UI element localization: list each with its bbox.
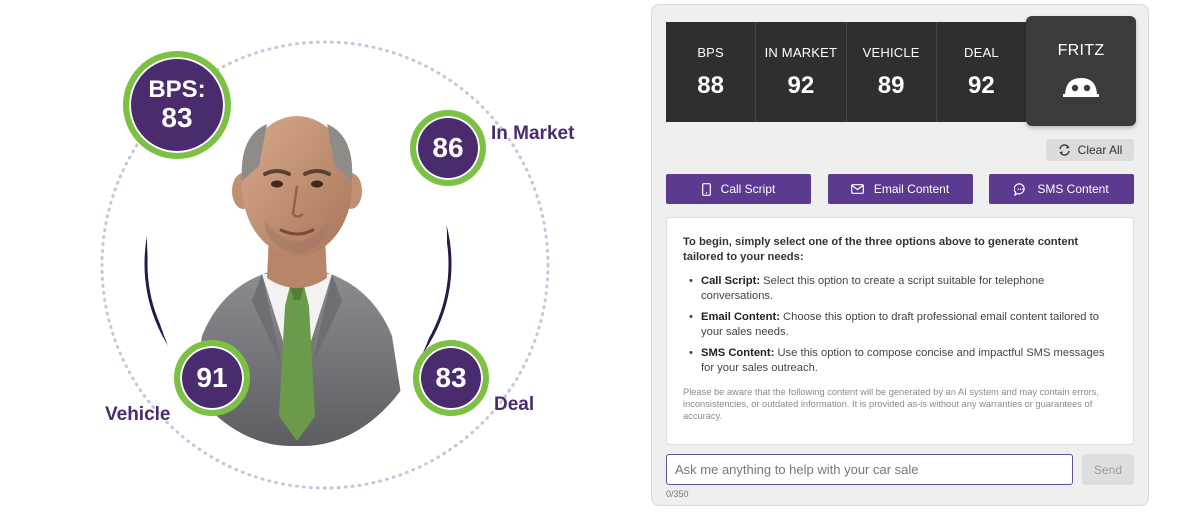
in-market-label: In Market <box>491 123 575 144</box>
email-content-button[interactable]: Email Content <box>827 174 973 204</box>
score-name: VEHICLE <box>862 44 920 60</box>
bps-value: 83 <box>161 102 193 133</box>
score-name: IN MARKET <box>764 44 838 60</box>
score-bps: BPS 88 <box>666 22 757 122</box>
content-type-actions: Call Script Email Content SMS Content <box>666 174 1134 204</box>
option-list: Call Script: Select this option to creat… <box>689 274 1117 376</box>
score-name: DEAL <box>963 44 999 60</box>
refresh-icon <box>1058 144 1070 156</box>
deal-label: Deal <box>494 394 535 415</box>
score-deal: DEAL 92 <box>937 22 1026 122</box>
score-name: BPS <box>697 44 724 60</box>
vehicle-score-bubble: 91 <box>174 340 250 416</box>
send-label: Send <box>1093 462 1123 477</box>
score-value: 92 <box>968 71 995 99</box>
email-content-label: Email Content <box>873 182 950 196</box>
bps-score-bubble: BPS: 83 <box>123 51 231 159</box>
score-value: 92 <box>787 71 815 99</box>
call-script-label: Call Script <box>720 182 776 196</box>
robot-icon <box>1063 78 1099 97</box>
phone-icon <box>701 182 711 196</box>
score-value: 89 <box>877 71 905 99</box>
intro-text: To begin, simply select one of the three… <box>683 236 1079 263</box>
in-market-value: 86 <box>432 132 464 163</box>
sms-content-label: SMS Content <box>1037 182 1109 196</box>
list-item: SMS Content: Use this option to compose … <box>689 346 1117 376</box>
assistant-panel: BPS 88 IN MARKET 92 VEHICLE 89 DEAL 92 F… <box>651 4 1149 506</box>
in-market-score-bubble: 86 <box>410 110 486 186</box>
app-root: BPS: 83 86 In Market 91 Vehicle 83 Deal … <box>0 0 1191 515</box>
call-script-button[interactable]: Call Script <box>666 174 811 204</box>
score-bar: BPS 88 IN MARKET 92 VEHICLE 89 DEAL 92 <box>666 22 1026 122</box>
list-item: Call Script: Select this option to creat… <box>689 274 1117 304</box>
chat-input[interactable] <box>666 454 1073 485</box>
score-value: 88 <box>697 71 724 99</box>
option-title: SMS Content: <box>701 347 775 359</box>
customer-score-illustration: BPS: 83 86 In Market 91 Vehicle 83 Deal <box>0 0 640 515</box>
score-vehicle: VEHICLE 89 <box>847 22 937 122</box>
score-in-market: IN MARKET 92 <box>756 22 847 122</box>
option-title: Call Script: <box>701 275 761 287</box>
fritz-assistant-card[interactable]: FRITZ <box>1026 16 1136 126</box>
bps-label: BPS: <box>148 76 206 103</box>
chat-icon <box>1014 182 1025 196</box>
deal-value: 83 <box>435 362 467 393</box>
clear-all-label: Clear All <box>1077 143 1123 157</box>
list-item: Email Content: Choose this option to dra… <box>689 310 1117 340</box>
vehicle-value: 91 <box>196 362 228 393</box>
vehicle-label: Vehicle <box>105 404 171 425</box>
ai-disclaimer: Please be aware that the following conte… <box>683 387 1100 421</box>
sms-content-button[interactable]: SMS Content <box>989 174 1134 204</box>
deal-score-bubble: 83 <box>413 340 489 416</box>
generated-content-area: To begin, simply select one of the three… <box>666 217 1134 445</box>
send-button[interactable]: Send <box>1082 454 1134 485</box>
character-counter: 0/350 <box>666 489 689 499</box>
clear-all-button[interactable]: Clear All <box>1046 139 1134 161</box>
assistant-name: FRITZ <box>1057 42 1105 59</box>
email-icon <box>850 184 864 194</box>
option-title: Email Content: <box>701 311 780 323</box>
